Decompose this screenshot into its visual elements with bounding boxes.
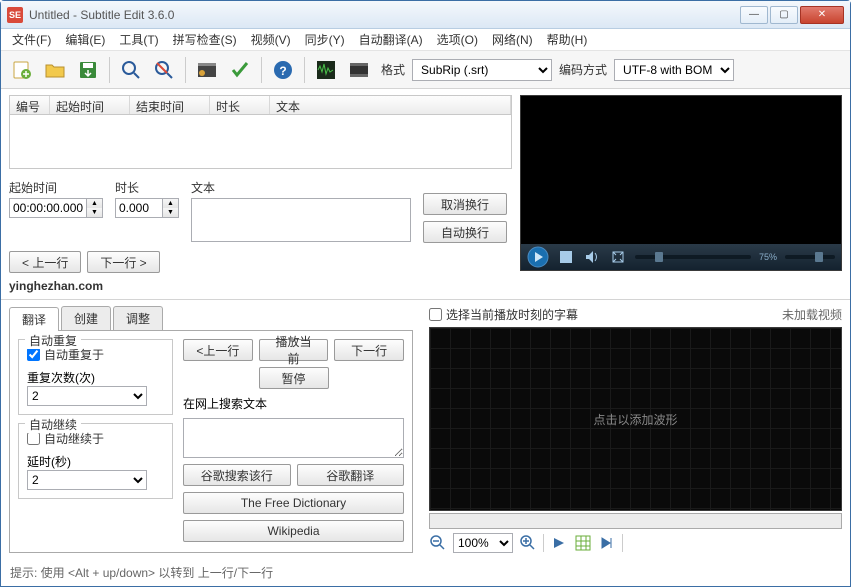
cancel-wrap-button[interactable]: 取消换行 bbox=[423, 193, 507, 215]
waveform-panel[interactable]: 点击以添加波形 bbox=[429, 327, 842, 511]
play-icon[interactable] bbox=[527, 246, 549, 268]
subtitle-grid[interactable] bbox=[9, 115, 512, 169]
col-start[interactable]: 起始时间 bbox=[50, 96, 130, 114]
video-progress-slider[interactable] bbox=[635, 255, 751, 259]
waveform-placeholder: 点击以添加波形 bbox=[593, 411, 677, 428]
menu-spellcheck[interactable]: 拼写检查(S) bbox=[166, 29, 244, 50]
app-icon: SE bbox=[7, 7, 23, 23]
menu-autotranslate[interactable]: 自动翻译(A) bbox=[352, 29, 430, 50]
visual-sync-button[interactable] bbox=[192, 55, 222, 85]
search-online-label: 在网上搜索文本 bbox=[183, 395, 404, 412]
save-button[interactable] bbox=[73, 55, 103, 85]
tab-adjust[interactable]: 调整 bbox=[113, 306, 163, 330]
maximize-button[interactable]: ▢ bbox=[770, 6, 798, 24]
fullscreen-icon[interactable] bbox=[609, 248, 627, 266]
zoom-out-icon[interactable] bbox=[429, 534, 447, 552]
col-end[interactable]: 结束时间 bbox=[130, 96, 210, 114]
next-marker-icon[interactable] bbox=[598, 534, 616, 552]
toolbar: ? 格式 SubRip (.srt) 编码方式 UTF-8 with BOM bbox=[1, 51, 850, 89]
pause-button[interactable]: 暂停 bbox=[259, 367, 329, 389]
select-playback-subtitle-checkbox[interactable] bbox=[429, 308, 442, 321]
auto-repeat-group: 自动重复 bbox=[25, 332, 81, 349]
stop-icon[interactable] bbox=[557, 248, 575, 266]
auto-repeat-checkbox[interactable] bbox=[27, 348, 40, 361]
replace-button[interactable] bbox=[149, 55, 179, 85]
find-button[interactable] bbox=[116, 55, 146, 85]
open-file-button[interactable] bbox=[40, 55, 70, 85]
start-time-label: 起始时间 bbox=[9, 179, 103, 196]
play-selection-icon[interactable] bbox=[550, 534, 568, 552]
hint-text: 提示: 使用 <Alt + up/down> 以转到 上一行/下一行 bbox=[10, 564, 273, 581]
menu-sync[interactable]: 同步(Y) bbox=[298, 29, 352, 50]
close-button[interactable]: ✕ bbox=[800, 6, 844, 24]
grid-view-icon[interactable] bbox=[574, 534, 592, 552]
svg-text:?: ? bbox=[279, 64, 286, 78]
video-player[interactable]: 75% bbox=[520, 95, 842, 271]
menu-network[interactable]: 网络(N) bbox=[485, 29, 540, 50]
encoding-select[interactable]: UTF-8 with BOM bbox=[614, 59, 734, 81]
waveform-button[interactable] bbox=[311, 55, 341, 85]
col-duration[interactable]: 时长 bbox=[210, 96, 270, 114]
waveform-scrollbar[interactable] bbox=[429, 513, 842, 529]
auto-continue-checkbox[interactable] bbox=[27, 432, 40, 445]
delay-select[interactable]: 2 bbox=[27, 470, 147, 490]
wikipedia-button[interactable]: Wikipedia bbox=[183, 520, 404, 542]
auto-wrap-button[interactable]: 自动换行 bbox=[423, 221, 507, 243]
subtitle-text-input[interactable] bbox=[191, 198, 411, 242]
google-search-button[interactable]: 谷歌搜索该行 bbox=[183, 464, 291, 486]
text-label: 文本 bbox=[191, 179, 411, 196]
window-title: Untitled - Subtitle Edit 3.6.0 bbox=[29, 8, 738, 22]
google-translate-button[interactable]: 谷歌翻译 bbox=[297, 464, 405, 486]
menu-video[interactable]: 视频(V) bbox=[244, 29, 298, 50]
video-percent: 75% bbox=[759, 252, 777, 262]
encoding-label: 编码方式 bbox=[559, 61, 607, 78]
minimize-button[interactable]: — bbox=[740, 6, 768, 24]
delay-label: 延时(秒) bbox=[27, 453, 164, 470]
new-file-button[interactable] bbox=[7, 55, 37, 85]
subtitle-grid-header: 编号 起始时间 结束时间 时长 文本 bbox=[9, 95, 512, 115]
watermark-text: yinghezhan.com bbox=[9, 279, 512, 293]
format-select[interactable]: SubRip (.srt) bbox=[412, 59, 552, 81]
play-current-button[interactable]: 播放当前 bbox=[259, 339, 329, 361]
video-button[interactable] bbox=[344, 55, 374, 85]
search-online-input[interactable] bbox=[183, 418, 404, 458]
help-button[interactable]: ? bbox=[268, 55, 298, 85]
col-text[interactable]: 文本 bbox=[270, 96, 511, 114]
duration-input[interactable]: ▲▼ bbox=[115, 198, 179, 218]
spellcheck-button[interactable] bbox=[225, 55, 255, 85]
video-volume-slider[interactable] bbox=[785, 255, 835, 259]
duration-label: 时长 bbox=[115, 179, 179, 196]
format-label: 格式 bbox=[381, 61, 405, 78]
repeat-count-label: 重复次数(次) bbox=[27, 369, 164, 386]
auto-continue-group: 自动继续 bbox=[25, 416, 81, 433]
prev-line-button[interactable]: < 上一行 bbox=[9, 251, 81, 273]
menu-help[interactable]: 帮助(H) bbox=[540, 29, 595, 50]
col-number[interactable]: 编号 bbox=[10, 96, 50, 114]
start-time-input[interactable]: ▲▼ bbox=[9, 198, 103, 218]
volume-icon[interactable] bbox=[583, 248, 601, 266]
free-dictionary-button[interactable]: The Free Dictionary bbox=[183, 492, 404, 514]
menu-tools[interactable]: 工具(T) bbox=[112, 29, 165, 50]
menubar: 文件(F) 编辑(E) 工具(T) 拼写检查(S) 视频(V) 同步(Y) 自动… bbox=[1, 29, 850, 51]
menu-file[interactable]: 文件(F) bbox=[5, 29, 58, 50]
zoom-select[interactable]: 100% bbox=[453, 533, 513, 553]
repeat-count-select[interactable]: 2 bbox=[27, 386, 147, 406]
zoom-in-icon[interactable] bbox=[519, 534, 537, 552]
next-line-button[interactable]: 下一行 > bbox=[87, 251, 159, 273]
tab-create[interactable]: 创建 bbox=[61, 306, 111, 330]
menu-options[interactable]: 选项(O) bbox=[430, 29, 485, 50]
translate-prev-button[interactable]: <上一行 bbox=[183, 339, 253, 361]
video-not-loaded-label: 未加载视频 bbox=[782, 306, 842, 323]
menu-edit[interactable]: 编辑(E) bbox=[58, 29, 112, 50]
tab-translate[interactable]: 翻译 bbox=[9, 307, 59, 331]
translate-next-button[interactable]: 下一行 bbox=[334, 339, 404, 361]
